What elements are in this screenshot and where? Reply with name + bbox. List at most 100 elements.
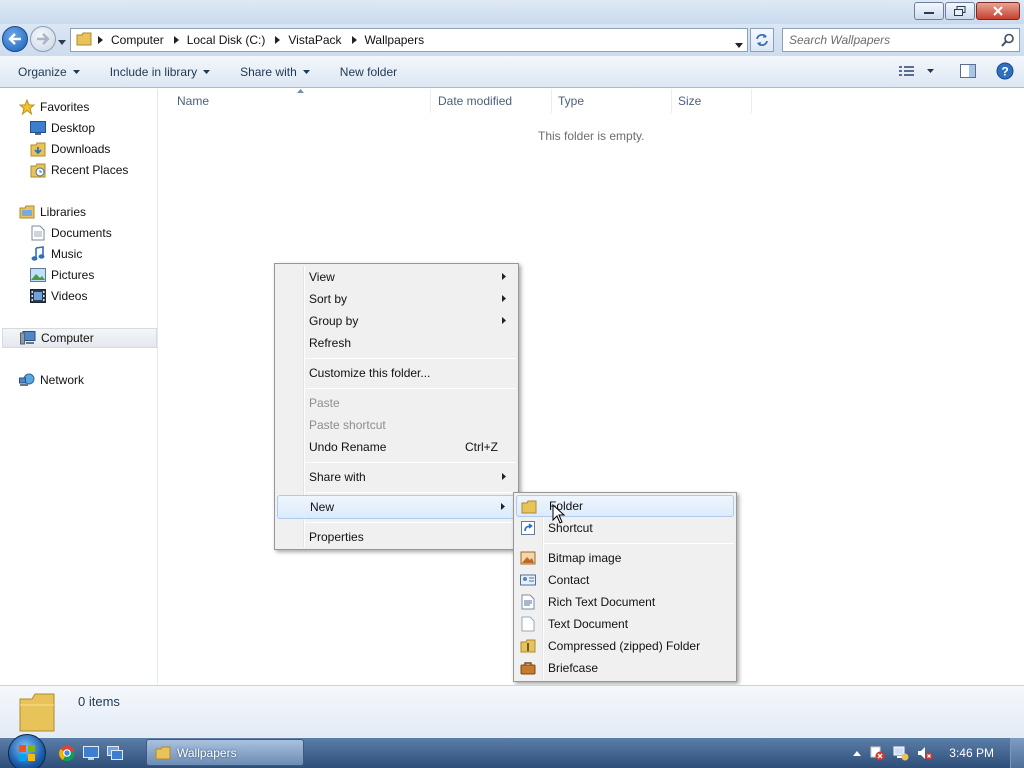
recent-pages-dropdown[interactable] <box>58 34 66 48</box>
nav-downloads[interactable]: Downloads <box>30 139 110 159</box>
show-desktop-button[interactable] <box>1010 738 1024 768</box>
refresh-icon <box>756 34 768 46</box>
menu-separator <box>544 543 734 544</box>
new-item-shortcut[interactable]: Shortcut <box>516 517 734 539</box>
switch-windows-icon[interactable] <box>106 744 124 762</box>
nav-videos[interactable]: Videos <box>30 286 87 306</box>
restore-button[interactable] <box>945 2 975 20</box>
new-briefcase-label: Briefcase <box>548 661 599 675</box>
details-pane: 0 items <box>0 685 1024 738</box>
action-center-icon[interactable] <box>869 745 885 761</box>
sort-ascending-icon <box>297 89 304 93</box>
new-text-document-label: Text Document <box>548 617 629 631</box>
menu-item-properties[interactable]: Properties <box>277 526 516 548</box>
nav-libraries[interactable]: Libraries <box>19 202 86 222</box>
new-bitmap-label: Bitmap image <box>548 551 622 565</box>
menu-refresh-label: Refresh <box>309 336 352 350</box>
clock[interactable]: 3:46 PM <box>949 746 994 760</box>
new-item-folder[interactable]: Folder <box>516 495 734 517</box>
organize-label: Organize <box>18 64 67 79</box>
rich-text-document-icon <box>521 594 535 610</box>
minimize-button[interactable] <box>914 2 944 20</box>
chevron-right-icon <box>98 36 103 44</box>
new-zipped-folder-label: Compressed (zipped) Folder <box>548 639 701 653</box>
taskbar-item-wallpapers[interactable]: Wallpapers <box>146 739 304 766</box>
nav-computer[interactable]: Computer <box>2 328 157 348</box>
volume-muted-icon[interactable] <box>917 745 933 761</box>
chrome-icon[interactable] <box>58 744 76 762</box>
breadcrumb-vistapack[interactable]: VistaPack <box>288 33 341 47</box>
menu-item-refresh[interactable]: Refresh <box>277 332 516 354</box>
desktop-icon <box>30 120 46 136</box>
change-view-button[interactable] <box>899 65 934 77</box>
new-folder-button[interactable]: New folder <box>331 65 406 79</box>
column-header-type[interactable]: Type <box>552 89 672 113</box>
chevron-right-icon <box>351 36 357 44</box>
column-header-size[interactable]: Size <box>672 89 752 113</box>
nav-favorites[interactable]: Favorites <box>19 97 89 117</box>
taskbar-item-label: Wallpapers <box>177 745 237 760</box>
nav-pictures[interactable]: Pictures <box>30 265 94 285</box>
zipped-folder-icon <box>520 639 536 653</box>
menu-item-new[interactable]: New <box>277 495 516 519</box>
text-document-icon <box>521 616 535 632</box>
organize-button[interactable]: Organize <box>9 65 89 79</box>
new-item-contact[interactable]: Contact <box>516 569 734 591</box>
refresh-button[interactable] <box>750 28 774 52</box>
breadcrumb-local-disk[interactable]: Local Disk (C:) <box>187 33 266 47</box>
network-tray-icon[interactable] <box>893 745 909 761</box>
breadcrumb-wallpapers[interactable]: Wallpapers <box>365 33 425 47</box>
start-button[interactable] <box>8 734 46 768</box>
column-header-name[interactable]: Name <box>171 89 431 113</box>
address-dropdown[interactable] <box>735 37 743 51</box>
preview-pane-button[interactable] <box>960 64 976 78</box>
search-input[interactable] <box>783 29 993 51</box>
include-in-library-label: Include in library <box>109 64 198 79</box>
help-button[interactable]: ? <box>996 62 1014 80</box>
network-icon <box>19 372 35 388</box>
new-item-bitmap[interactable]: Bitmap image <box>516 547 734 569</box>
music-icon <box>30 246 46 262</box>
details-view-icon <box>899 66 914 76</box>
include-in-library-button[interactable]: Include in library <box>101 65 219 79</box>
nav-documents[interactable]: Documents <box>30 223 112 243</box>
new-item-text-document[interactable]: Text Document <box>516 613 734 635</box>
nav-desktop[interactable]: Desktop <box>30 118 95 138</box>
restore-icon <box>954 6 966 16</box>
new-item-zipped-folder[interactable]: Compressed (zipped) Folder <box>516 635 734 657</box>
chevron-right-icon <box>502 273 506 280</box>
column-name-label: Name <box>177 94 210 108</box>
breadcrumb-computer[interactable]: Computer <box>111 33 164 47</box>
show-hidden-icons-button[interactable] <box>853 750 862 756</box>
column-header-date-modified[interactable]: Date modified <box>432 89 552 113</box>
forward-button[interactable] <box>30 26 56 52</box>
nav-music[interactable]: Music <box>30 244 82 264</box>
new-item-rich-text[interactable]: Rich Text Document <box>516 591 734 613</box>
menu-item-group-by[interactable]: Group by <box>277 310 516 332</box>
nav-network[interactable]: Network <box>19 370 84 390</box>
menu-item-view[interactable]: View <box>277 266 516 288</box>
share-with-button[interactable]: Share with <box>231 65 319 79</box>
new-item-briefcase[interactable]: Briefcase <box>516 657 734 679</box>
pictures-icon <box>30 267 46 283</box>
windows-logo-icon <box>19 745 35 761</box>
close-button[interactable] <box>976 2 1020 20</box>
column-type-label: Type <box>558 94 585 108</box>
nav-recent-places[interactable]: Recent Places <box>30 160 128 180</box>
menu-item-share-with[interactable]: Share with <box>277 466 516 488</box>
menu-item-undo-rename[interactable]: Undo Rename Ctrl+Z <box>277 436 516 458</box>
menu-group-by-label: Group by <box>309 314 359 328</box>
search-icon[interactable] <box>1001 33 1015 50</box>
address-bar[interactable]: Computer Local Disk (C:) VistaPack Wallp… <box>70 28 748 52</box>
menu-item-customize[interactable]: Customize this folder... <box>277 362 516 384</box>
back-button[interactable] <box>2 26 28 52</box>
recent-places-icon <box>30 162 46 178</box>
show-desktop-quicklaunch-icon[interactable] <box>82 744 100 762</box>
item-count: 0 items <box>78 694 120 709</box>
menu-separator <box>305 358 516 359</box>
nav-documents-label: Documents <box>51 226 112 240</box>
menu-sort-by-label: Sort by <box>309 292 348 306</box>
command-bar: Organize Include in library Share with N… <box>0 56 1024 88</box>
menu-item-sort-by[interactable]: Sort by <box>277 288 516 310</box>
menu-item-paste: Paste <box>277 392 516 414</box>
